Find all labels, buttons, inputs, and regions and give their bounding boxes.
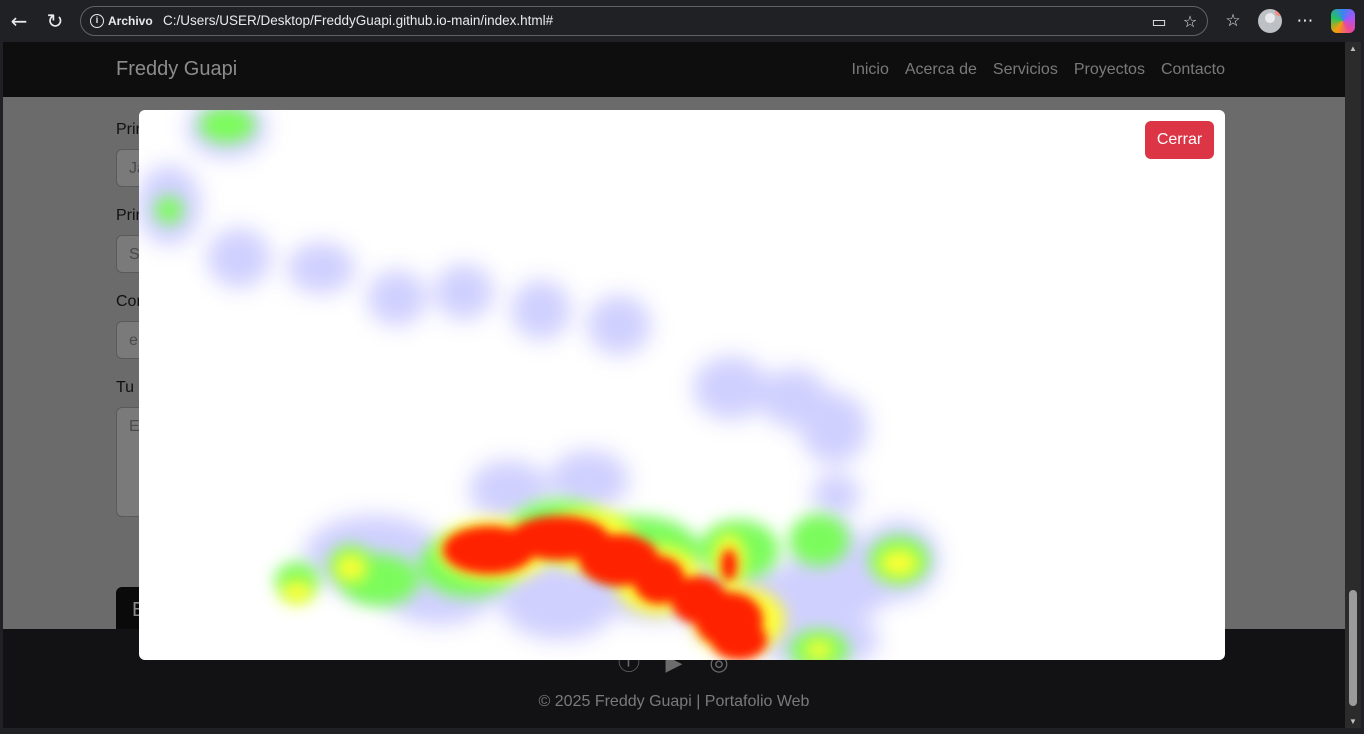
heatmap-blob: [789, 514, 849, 566]
heatmap-blob: [879, 549, 919, 577]
video-icon[interactable]: ▭: [1149, 12, 1169, 32]
heatmap-blob: [281, 580, 313, 604]
back-icon[interactable]: ←: [7, 9, 31, 33]
copyright-text: © 2025 Freddy Guapi | Portafolio Web: [538, 693, 810, 710]
nav-link-servicios[interactable]: Servicios: [993, 61, 1058, 79]
site-brand[interactable]: Freddy Guapi: [116, 58, 237, 81]
nav-link-acerca[interactable]: Acerca de: [905, 61, 977, 79]
heatmap-blob: [155, 196, 183, 224]
heatmap-blob: [587, 295, 651, 355]
heatmap-visualization: [139, 110, 939, 660]
nav-link-inicio[interactable]: Inicio: [852, 61, 889, 79]
site-navbar: Freddy Guapi Inicio Acerca de Servicios …: [3, 42, 1345, 97]
heatmap-blob: [434, 264, 494, 320]
heatmap-modal: Cerrar: [139, 110, 1225, 660]
nav-link-contacto[interactable]: Contacto: [1161, 61, 1225, 79]
heatmap-blob: [693, 356, 769, 420]
scroll-down-icon[interactable]: ▼: [1349, 717, 1357, 726]
reload-icon[interactable]: ↻: [43, 9, 67, 33]
heatmap-blob: [800, 392, 868, 464]
heatmap-blob: [805, 640, 833, 660]
heatmap-blob: [812, 473, 860, 517]
nav-link-proyectos[interactable]: Proyectos: [1074, 61, 1145, 79]
heatmap-blob: [511, 280, 571, 340]
copilot-icon[interactable]: [1331, 9, 1355, 33]
heatmap-blob: [711, 620, 767, 660]
favorites-icon[interactable]: ☆: [1221, 9, 1245, 33]
scheme-label: Archivo: [108, 14, 153, 28]
page-scrollbar[interactable]: ▲ ▼: [1345, 42, 1361, 728]
browser-toolbar: ← ↻ i Archivo C:/Users/USER/Desktop/Fred…: [0, 0, 1364, 42]
scroll-up-icon[interactable]: ▲: [1349, 44, 1357, 53]
info-icon[interactable]: i: [90, 14, 104, 28]
star-icon[interactable]: ☆: [1180, 12, 1200, 32]
heatmap-blob: [287, 242, 355, 294]
more-icon[interactable]: ⋯: [1293, 9, 1317, 33]
form-label-message: Tu: [116, 379, 135, 396]
scrollbar-thumb[interactable]: [1349, 590, 1357, 706]
form-label-email: Cor: [116, 293, 142, 310]
heatmap-blob: [721, 549, 737, 581]
heatmap-blob: [335, 554, 367, 582]
profile-avatar[interactable]: [1258, 9, 1282, 33]
heatmap-blob: [367, 270, 427, 326]
close-button[interactable]: Cerrar: [1145, 121, 1214, 159]
address-bar[interactable]: i Archivo C:/Users/USER/Desktop/FreddyGu…: [80, 6, 1208, 36]
url-text[interactable]: C:/Users/USER/Desktop/FreddyGuapi.github…: [163, 13, 553, 28]
nav-links: Inicio Acerca de Servicios Proyectos Con…: [852, 61, 1226, 79]
heatmap-blob: [207, 228, 271, 288]
